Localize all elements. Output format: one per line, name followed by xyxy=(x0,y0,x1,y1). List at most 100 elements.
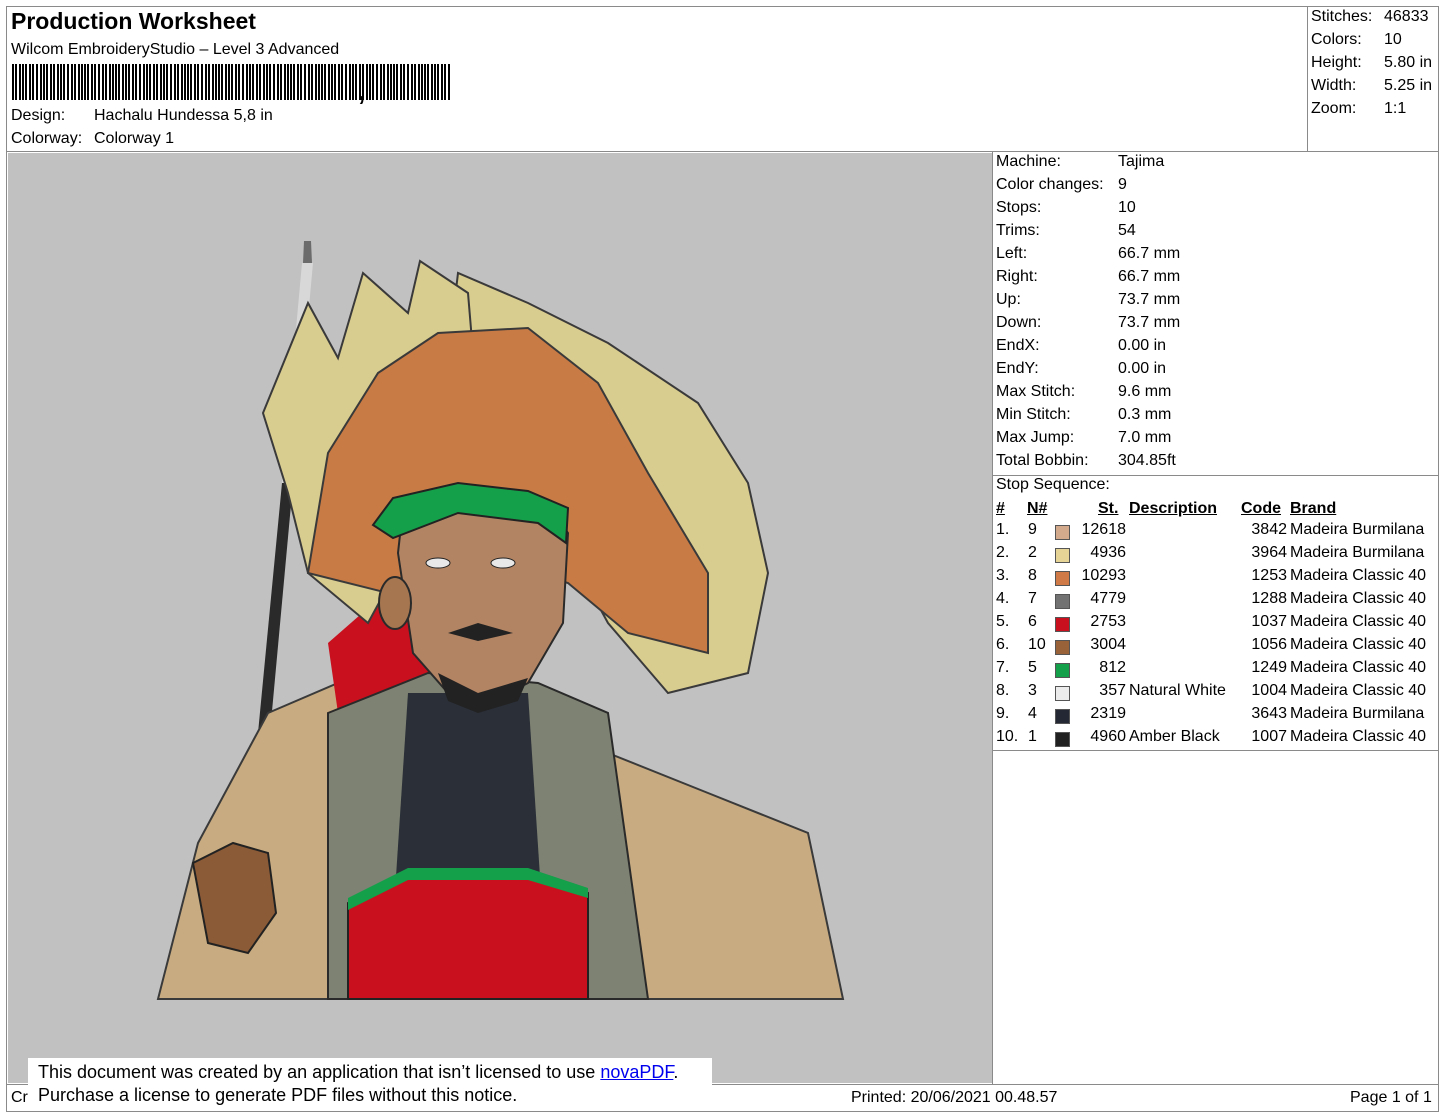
thread-color-swatch xyxy=(1055,617,1070,632)
ear xyxy=(378,576,412,630)
down-label: Down: xyxy=(996,314,1042,331)
stop-sequence-row: 9. 4 2319 3643 Madeira Burmilana xyxy=(996,705,1441,728)
cell-code: 1037 xyxy=(1251,613,1287,630)
width-label: Width: xyxy=(1311,77,1357,94)
max-jump-label: Max Jump: xyxy=(996,429,1075,446)
cell-num: 3. xyxy=(996,567,1010,584)
barcode xyxy=(12,64,459,100)
machine-label: Machine: xyxy=(996,153,1061,170)
stop-sequence-row: 1. 9 12618 3842 Madeira Burmilana xyxy=(996,521,1441,544)
cell-needle: 8 xyxy=(1028,567,1037,584)
stitches-value: 46833 xyxy=(1384,8,1429,25)
machine-info: Machine: Tajima Color changes: 9 Stops: 10 … xyxy=(996,153,1436,475)
thread-color-swatch xyxy=(1055,640,1070,655)
design-preview xyxy=(8,153,992,1083)
cell-num: 7. xyxy=(996,659,1010,676)
left-eye xyxy=(425,557,451,569)
cell-needle: 2 xyxy=(1028,544,1037,561)
cell-brand: Madeira Classic 40 xyxy=(1290,659,1427,676)
cell-stitches: 812 xyxy=(1099,659,1126,676)
cell-num: 8. xyxy=(996,682,1010,699)
notice-line-1: This document was created by an applicat… xyxy=(38,1061,702,1084)
page-number: Page 1 of 1 xyxy=(1350,1089,1432,1106)
cell-brand: Madeira Classic 40 xyxy=(1290,590,1427,607)
cell-stitches: 357 xyxy=(1099,682,1126,699)
cell-code: 3643 xyxy=(1251,705,1287,722)
colors-value: 10 xyxy=(1384,31,1402,48)
stop-sequence-row: 4. 7 4779 1288 Madeira Classic 40 xyxy=(996,590,1441,613)
thread-color-swatch xyxy=(1055,548,1070,563)
cell-code: 1249 xyxy=(1251,659,1287,676)
notice-text: This document was created by an applicat… xyxy=(38,1062,601,1082)
right-value: 66.7 mm xyxy=(1118,268,1181,285)
cell-stitches: 4960 xyxy=(1090,728,1126,745)
novapdf-link[interactable]: novaPDF xyxy=(600,1062,673,1082)
software-name: Wilcom EmbroideryStudio – Level 3 Advanc… xyxy=(11,41,340,58)
height-label: Height: xyxy=(1311,54,1362,71)
colorway-label: Colorway: xyxy=(11,130,83,147)
thread-color-swatch xyxy=(1055,732,1070,747)
cell-brand: Madeira Classic 40 xyxy=(1290,728,1427,745)
cell-stitches: 10293 xyxy=(1081,567,1127,584)
stop-sequence-title: Stop Sequence: xyxy=(996,476,1110,493)
min-stitch-label: Min Stitch: xyxy=(996,406,1071,423)
cell-code: 1288 xyxy=(1251,590,1287,607)
cell-brand: Madeira Burmilana xyxy=(1290,544,1425,561)
barcode-separator: , xyxy=(358,76,366,106)
left-label: Left: xyxy=(996,245,1028,262)
notice-period: . xyxy=(673,1062,679,1082)
cell-stitches: 3004 xyxy=(1090,636,1126,653)
machine-value: Tajima xyxy=(1118,153,1165,170)
trims-label: Trims: xyxy=(996,222,1040,239)
endx-label: EndX: xyxy=(996,337,1040,354)
right-eye xyxy=(490,557,516,569)
stitches-label: Stitches: xyxy=(1311,8,1373,25)
trims-value: 54 xyxy=(1118,222,1136,239)
cell-brand: Madeira Classic 40 xyxy=(1290,636,1427,653)
cell-stitches: 4779 xyxy=(1090,590,1126,607)
thread-color-swatch xyxy=(1055,663,1070,678)
cell-needle: 10 xyxy=(1028,636,1046,653)
max-stitch-label: Max Stitch: xyxy=(996,383,1076,400)
down-value: 73.7 mm xyxy=(1118,314,1181,331)
stops-label: Stops: xyxy=(996,199,1042,216)
cell-code: 3842 xyxy=(1251,521,1287,538)
cell-brand: Madeira Classic 40 xyxy=(1290,613,1427,630)
printed-date: Printed: 20/06/2021 00.48.57 xyxy=(851,1089,1058,1106)
cell-num: 2. xyxy=(996,544,1010,561)
spear-shaft-dark xyxy=(258,483,293,733)
cell-code: 1056 xyxy=(1251,636,1287,653)
endy-value: 0.00 in xyxy=(1118,360,1167,377)
cell-needle: 6 xyxy=(1028,613,1037,630)
cell-code: 3964 xyxy=(1251,544,1287,561)
col-header-stitches: St. xyxy=(1098,500,1119,517)
cell-brand: Madeira Classic 40 xyxy=(1290,682,1427,699)
up-label: Up: xyxy=(996,291,1021,308)
design-value: Hachalu Hundessa 5,8 in xyxy=(94,107,273,124)
cell-needle: 1 xyxy=(1028,728,1037,745)
thread-color-swatch xyxy=(1055,709,1070,724)
thread-color-swatch xyxy=(1055,686,1070,701)
stop-sequence-row: 10. 1 4960 Amber Black 1007 Madeira Classic 4… xyxy=(996,728,1441,751)
cell-needle: 9 xyxy=(1028,521,1037,538)
zoom-label: Zoom: xyxy=(1311,100,1357,117)
cell-brand: Madeira Burmilana xyxy=(1290,521,1425,538)
embroidery-artwork xyxy=(156,241,845,1000)
spear-tip xyxy=(303,241,312,263)
total-bobbin-label: Total Bobbin: xyxy=(996,452,1089,469)
col-header-brand: Brand xyxy=(1290,500,1337,517)
cell-needle: 7 xyxy=(1028,590,1037,607)
color-changes-label: Color changes: xyxy=(996,176,1104,193)
stop-sequence-row: 8. 3 357 Natural White 1004 Madeira Classic 4… xyxy=(996,682,1441,705)
notice-line-2: Purchase a license to generate PDF files… xyxy=(38,1085,518,1105)
endx-value: 0.00 in xyxy=(1118,337,1167,354)
color-changes-value: 9 xyxy=(1118,176,1127,193)
stop-sequence-rows: 1. 9 12618 3842 Madeira Burmilana 2. 2 4936 3964… xyxy=(996,521,1436,751)
cell-code: 1004 xyxy=(1251,682,1287,699)
stop-sequence-row: 2. 2 4936 3964 Madeira Burmilana xyxy=(996,544,1441,567)
max-stitch-value: 9.6 mm xyxy=(1118,383,1172,400)
total-bobbin-value: 304.85ft xyxy=(1118,452,1176,469)
design-stats: Stitches: 46833 Colors: 10 Height: 5.80 in … xyxy=(1311,8,1437,148)
col-header-num: # xyxy=(996,500,1005,517)
thread-color-swatch xyxy=(1055,525,1070,540)
